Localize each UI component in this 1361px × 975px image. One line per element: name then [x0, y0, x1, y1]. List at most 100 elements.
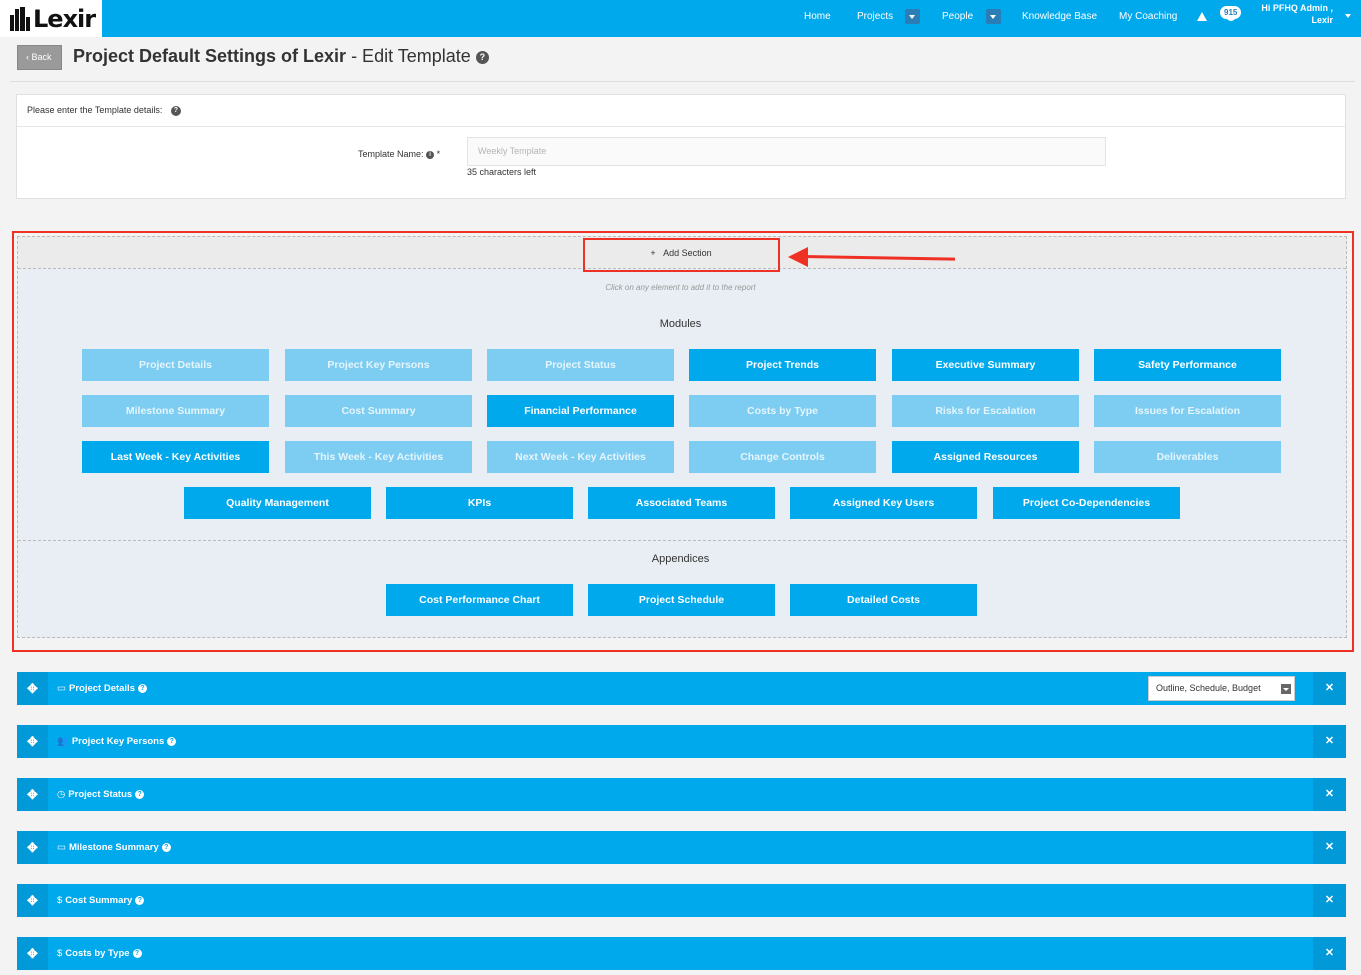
section-title: ◷ Project Status? [57, 778, 145, 811]
users-icon: 👥 [57, 736, 69, 747]
help-icon[interactable]: ? [161, 842, 171, 852]
lexir-logo[interactable]: Lexir [0, 0, 102, 37]
appendices-title: Appendices [651, 553, 710, 565]
module-assigned-key-users-button[interactable]: Assigned Key Users [790, 487, 977, 519]
user-menu-chevron-icon[interactable] [1345, 14, 1351, 18]
template-name-label-text: Template Name: [358, 149, 424, 159]
help-icon[interactable]: ? [132, 948, 142, 958]
help-icon[interactable]: ? [170, 105, 181, 116]
module-milestone-summary-button[interactable]: Milestone Summary [82, 395, 269, 427]
remove-section-close-icon[interactable]: ✕ [1313, 725, 1346, 758]
section-title: ▭ Project Details? [57, 672, 147, 705]
info-icon[interactable]: i [426, 150, 435, 159]
section-row-cost-summary: ✥ $ Cost Summary? ✕ [17, 884, 1346, 917]
clock-icon: ◷ [57, 789, 66, 800]
appendix-detailed-costs-button[interactable]: Detailed Costs [790, 584, 977, 616]
remove-section-close-icon[interactable]: ✕ [1313, 778, 1346, 811]
user-organization[interactable]: Lexir [1311, 15, 1333, 25]
help-icon[interactable]: ? [167, 736, 177, 746]
remove-section-close-icon[interactable]: ✕ [1313, 672, 1346, 705]
section-row-milestone-summary: ✥ ▭ Milestone Summary? ✕ [17, 831, 1346, 864]
help-icon[interactable]: ? [135, 895, 145, 905]
drag-handle-icon[interactable]: ✥ [17, 778, 48, 811]
builder-hint: Click on any element to add it to the re… [605, 283, 756, 292]
help-icon[interactable]: ? [135, 789, 145, 799]
module-next-week-key-activities-button[interactable]: Next Week - Key Activities [487, 441, 674, 473]
module-kpis-button[interactable]: KPIs [386, 487, 573, 519]
module-executive-summary-button[interactable]: Executive Summary [892, 349, 1079, 381]
template-details-header: Please enter the Template details: ? [17, 95, 1345, 127]
nav-people[interactable]: People [942, 0, 973, 37]
appendix-cost-performance-chart-button[interactable]: Cost Performance Chart [386, 584, 573, 616]
section-title-text: Project Details [68, 683, 135, 694]
template-details-prompt: Please enter the Template details: [27, 105, 163, 115]
required-mark: * [436, 149, 441, 159]
module-project-status-button[interactable]: Project Status [487, 349, 674, 381]
notification-count-badge[interactable]: 915 [1220, 6, 1242, 19]
module-project-trends-button[interactable]: Project Trends [689, 349, 876, 381]
help-icon[interactable]: ? [137, 683, 147, 693]
module-financial-performance-button[interactable]: Financial Performance [487, 395, 674, 427]
module-change-controls-button[interactable]: Change Controls [689, 441, 876, 473]
module-assigned-resources-button[interactable]: Assigned Resources [892, 441, 1079, 473]
drag-handle-icon[interactable]: ✥ [17, 884, 48, 917]
modules-title: Modules [659, 318, 702, 330]
drag-handle-icon[interactable]: ✥ [17, 937, 48, 970]
nav-projects[interactable]: Projects [857, 0, 893, 37]
template-name-label: Template Name: i * [358, 149, 440, 159]
module-quality-management-button[interactable]: Quality Management [184, 487, 371, 519]
module-issues-for-escalation-button[interactable]: Issues for Escalation [1094, 395, 1281, 427]
remove-section-close-icon[interactable]: ✕ [1313, 831, 1346, 864]
calendar-icon: ▭ [57, 683, 66, 694]
section-title-text: Cost Summary [65, 895, 133, 906]
section-title: 👥 Project Key Persons? [57, 725, 177, 758]
nav-my-coaching[interactable]: My Coaching [1119, 0, 1177, 37]
module-deliverables-button[interactable]: Deliverables [1094, 441, 1281, 473]
module-risks-for-escalation-button[interactable]: Risks for Escalation [892, 395, 1079, 427]
module-costs-by-type-button[interactable]: Costs by Type [689, 395, 876, 427]
warning-icon[interactable] [1197, 12, 1207, 21]
page-title: Project Default Settings of Lexir - Edit… [73, 46, 489, 67]
module-project-co-dependencies-button[interactable]: Project Co-Dependencies [993, 487, 1180, 519]
back-button-label: Back [31, 52, 52, 62]
nav-home[interactable]: Home [804, 0, 831, 37]
drag-handle-icon[interactable]: ✥ [17, 672, 48, 705]
user-greeting[interactable]: Hi PFHQ Admin , [1261, 3, 1333, 13]
section-row-project-details: ✥ ▭ Project Details? Outline, Schedule, Bud… [17, 672, 1346, 705]
drag-handle-icon[interactable]: ✥ [17, 725, 48, 758]
drag-handle-icon[interactable]: ✥ [17, 831, 48, 864]
module-last-week-key-activities-button[interactable]: Last Week - Key Activities [82, 441, 269, 473]
projects-dropdown-icon[interactable] [905, 9, 920, 24]
section-options-select[interactable]: Outline, Schedule, Budget [1148, 676, 1295, 701]
template-details-panel: Please enter the Template details: ? Tem… [16, 94, 1346, 199]
section-title: $ Cost Summary? [57, 884, 145, 917]
section-title: $ Costs by Type? [57, 937, 142, 970]
module-project-details-button[interactable]: Project Details [82, 349, 269, 381]
remove-section-close-icon[interactable]: ✕ [1313, 937, 1346, 970]
chevron-down-icon [1281, 684, 1291, 694]
characters-left-counter: 35 characters left [467, 167, 537, 177]
people-dropdown-icon[interactable] [986, 9, 1001, 24]
module-project-key-persons-button[interactable]: Project Key Persons [285, 349, 472, 381]
appendix-project-schedule-button[interactable]: Project Schedule [588, 584, 775, 616]
dollar-icon: $ [57, 895, 63, 906]
section-row-costs-by-type: ✥ $ Costs by Type? ✕ [17, 937, 1346, 970]
module-cost-summary-button[interactable]: Cost Summary [285, 395, 472, 427]
nav-knowledge-base[interactable]: Knowledge Base [1022, 0, 1097, 37]
appendices-divider [18, 540, 1346, 541]
module-safety-performance-button[interactable]: Safety Performance [1094, 349, 1281, 381]
dollar-icon: $ [57, 948, 63, 959]
back-button[interactable]: ‹ Back [17, 45, 62, 70]
calendar-icon: ▭ [57, 842, 66, 853]
section-title-text: Milestone Summary [68, 842, 159, 853]
building-icon [10, 6, 32, 31]
page-title-main: Project Default Settings of Lexir [73, 46, 347, 66]
section-options-value: Outline, Schedule, Budget [1156, 683, 1261, 693]
remove-section-close-icon[interactable]: ✕ [1313, 884, 1346, 917]
module-associated-teams-button[interactable]: Associated Teams [588, 487, 775, 519]
template-name-input[interactable]: Weekly Template [467, 137, 1106, 166]
help-icon[interactable]: ? [475, 50, 489, 64]
module-this-week-key-activities-button[interactable]: This Week - Key Activities [285, 441, 472, 473]
logo-text: Lexir [33, 4, 96, 33]
header-divider [10, 81, 1355, 82]
